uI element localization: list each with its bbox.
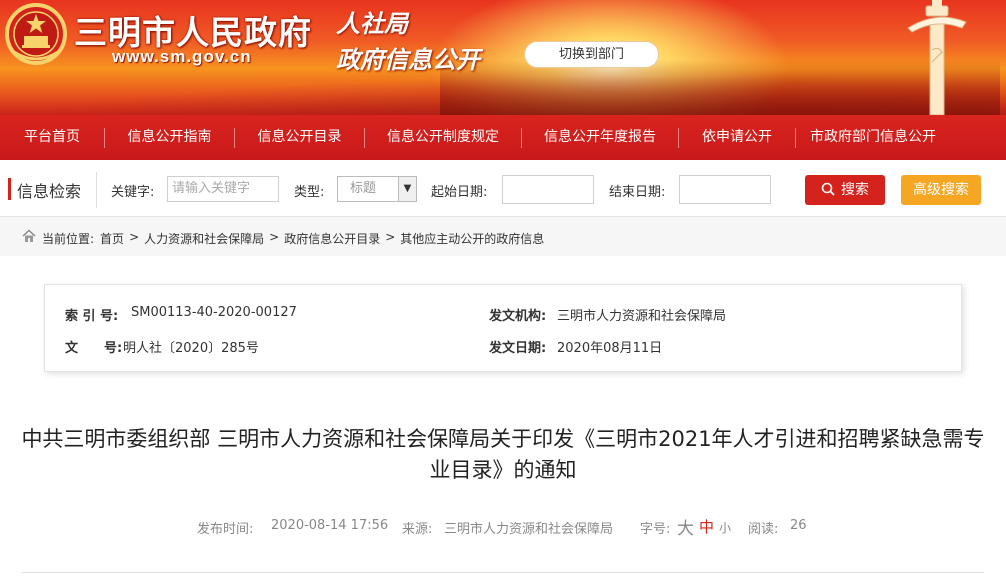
nav-apply-disclosure[interactable]: 依申请公开 <box>679 115 795 160</box>
article-title: 中共三明市委组织部 三明市人力资源和社会保障局关于印发《三明市2021年人才引进… <box>21 427 985 482</box>
department-title: 人社局 <box>336 10 408 38</box>
article-content: 索 引 号: SM00113-40-2020-00127 发文机构: 三明市人力… <box>0 256 1006 577</box>
type-select-value: 标题 <box>350 181 377 196</box>
issue-date-label: 发文日期: <box>489 341 547 356</box>
keyword-input[interactable]: 请输入关键字 <box>167 176 279 202</box>
breadcrumb-link-home[interactable]: 首页 <box>100 230 124 247</box>
font-size-medium[interactable]: 中 <box>699 516 714 537</box>
end-date-label: 结束日期: <box>609 185 666 200</box>
issue-date-value: 2020年08月11日 <box>557 341 663 356</box>
font-size-small[interactable]: 小 <box>719 519 731 536</box>
nav-regulations[interactable]: 信息公开制度规定 <box>365 115 521 160</box>
breadcrumb-separator: > <box>385 230 396 244</box>
breadcrumb-separator: > <box>129 230 140 244</box>
breadcrumb-link-other[interactable]: 其他应主动公开的政府信息 <box>400 230 544 247</box>
keyword-label: 关键字: <box>111 185 155 200</box>
start-date-input[interactable] <box>502 175 594 204</box>
views-label: 阅读: <box>748 522 779 537</box>
font-size-label: 字号: <box>640 522 671 537</box>
nav-guide[interactable]: 信息公开指南 <box>105 115 234 160</box>
breadcrumb-link-catalog[interactable]: 政府信息公开目录 <box>284 230 380 247</box>
breadcrumb-separator: > <box>269 230 280 244</box>
nav-home[interactable]: 平台首页 <box>0 115 104 160</box>
publish-time-value: 2020-08-14 17:56 <box>271 518 389 533</box>
search-button[interactable]: 搜索 <box>805 175 885 205</box>
breadcrumb-link-hrss[interactable]: 人力资源和社会保障局 <box>144 230 264 247</box>
switch-department-button[interactable]: 切换到部门 <box>524 41 659 68</box>
document-number-label: 文 号: <box>65 341 123 356</box>
search-title-text: 信息检索 <box>17 182 82 201</box>
publish-time-label: 发布时间: <box>197 522 254 537</box>
source-value: 三明市人力资源和社会保障局 <box>444 522 614 537</box>
document-meta-box: 索 引 号: SM00113-40-2020-00127 发文机构: 三明市人力… <box>44 284 962 372</box>
advanced-search-button[interactable]: 高级搜索 <box>901 175 981 205</box>
search-icon <box>821 182 835 196</box>
index-number-label: 索 引 号: <box>65 309 119 324</box>
start-date-label: 起始日期: <box>431 185 488 200</box>
source-label: 来源: <box>402 522 433 537</box>
nav-dept-disclosure[interactable]: 市政府部门信息公开 <box>796 115 950 160</box>
index-number-value: SM00113-40-2020-00127 <box>131 305 297 320</box>
type-label: 类型: <box>294 185 325 200</box>
issuer-value: 三明市人力资源和社会保障局 <box>557 309 727 324</box>
breadcrumb-prefix: 当前位置: <box>42 232 95 246</box>
huabiao-pillar-icon <box>907 0 967 115</box>
end-date-input[interactable] <box>679 175 771 204</box>
document-number-value: 明人社〔2020〕285号 <box>123 341 259 356</box>
header-banner: 三明市人民政府 www.sm.gov.cn 人社局 政府信息公开 切换到部门 <box>0 0 1006 115</box>
department-subtitle: 政府信息公开 <box>336 46 480 74</box>
issuer-label: 发文机构: <box>489 309 547 324</box>
search-title: 信息检索 <box>0 172 97 208</box>
divider <box>22 572 984 573</box>
search-bar: 信息检索 关键字: 请输入关键字 类型: 标题 ▼ 起始日期: 结束日期: 搜索… <box>0 160 1006 217</box>
type-select[interactable]: 标题 ▼ <box>337 176 417 202</box>
search-title-marker <box>8 178 11 200</box>
font-size-large[interactable]: 大 <box>677 514 694 539</box>
nav-catalog[interactable]: 信息公开目录 <box>235 115 364 160</box>
site-url: www.sm.gov.cn <box>112 47 252 66</box>
nav-annual-report[interactable]: 信息公开年度报告 <box>522 115 678 160</box>
home-icon <box>22 229 36 242</box>
views-value: 26 <box>790 518 807 533</box>
national-emblem-icon <box>5 3 67 65</box>
chevron-down-icon[interactable]: ▼ <box>398 177 416 201</box>
search-button-label: 搜索 <box>841 182 869 198</box>
breadcrumb: 当前位置: 首页 > 人力资源和社会保障局 > 政府信息公开目录 > 其他应主动… <box>0 218 1006 256</box>
main-nav: 平台首页 信息公开指南 信息公开目录 信息公开制度规定 信息公开年度报告 依申请… <box>0 115 1006 160</box>
